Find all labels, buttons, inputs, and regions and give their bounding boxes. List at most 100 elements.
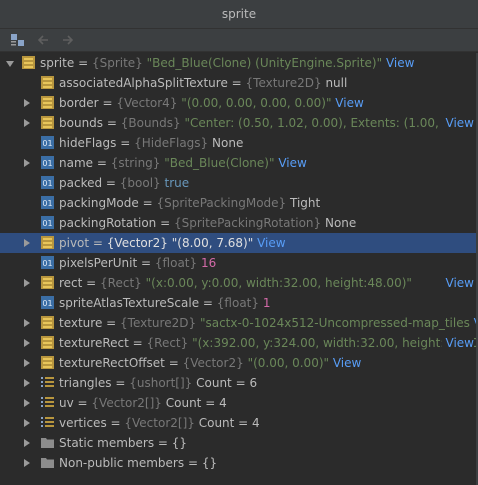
tree-row-text: name = {string} "Bed_Blue(Clone)" View xyxy=(59,155,307,171)
arrow-left-icon[interactable] xyxy=(35,32,51,48)
tree-row-text: rect = {Rect} "(x:0.00, y:0.00, width:32… xyxy=(59,275,412,291)
chevron-right-icon[interactable] xyxy=(24,399,30,407)
row-name: hideFlags xyxy=(59,136,117,150)
tree-row[interactable]: Static members = {} xyxy=(0,433,478,453)
view-link[interactable]: View xyxy=(386,56,414,70)
tree-row[interactable]: 01 packingMode = {SpritePackingMode} Tigh… xyxy=(0,193,478,213)
primitive-icon: 01 xyxy=(41,196,54,209)
view-link[interactable]: View xyxy=(441,275,474,291)
arrow-right-icon[interactable] xyxy=(60,32,76,48)
row-value: Count = 4 xyxy=(198,416,260,430)
equals-sign: = xyxy=(164,356,183,370)
chevron-right-icon[interactable] xyxy=(24,419,30,427)
row-type: {Vector4} xyxy=(116,96,178,110)
row-type: {HideFlags} xyxy=(134,136,209,150)
view-link[interactable]: View xyxy=(278,156,306,170)
chevron-right-icon[interactable] xyxy=(24,99,30,107)
chevron-right-icon[interactable] xyxy=(24,359,30,367)
tree-row[interactable]: rect = {Rect} "(x:0.00, y:0.00, width:32… xyxy=(0,273,478,293)
row-type: {Texture2D} xyxy=(120,316,197,330)
tree-row[interactable]: triangles = {ushort[]} Count = 6 xyxy=(0,373,478,393)
primitive-icon: 01 xyxy=(41,216,54,229)
view-link[interactable]: View xyxy=(335,96,363,110)
tree-row-text: spriteAtlasTextureScale = {float} 1 xyxy=(59,295,270,311)
view-link[interactable]: View xyxy=(257,236,285,250)
tree-row[interactable]: vertices = {Vector2[]} Count = 4 xyxy=(0,413,478,433)
tree-row[interactable]: bounds = {Bounds} "Center: (0.50, 1.02, … xyxy=(0,113,478,133)
row-value: "Center: (0.50, 1.02, 0.00), Extents: (1… xyxy=(184,116,474,130)
chevron-right-icon[interactable] xyxy=(24,119,30,127)
tree-row-text: Static members = {} xyxy=(59,435,187,451)
tree-row[interactable]: 01 hideFlags = {HideFlags} None xyxy=(0,133,478,153)
row-value: null xyxy=(325,76,348,90)
tree-row[interactable]: border = {Vector4} "(0.00, 0.00, 0.00, 0… xyxy=(0,93,478,113)
primitive-icon: 01 xyxy=(41,136,54,149)
row-type: {Vector2} xyxy=(182,356,244,370)
tree-row[interactable]: 01 packed = {bool} true xyxy=(0,173,478,193)
chevron-right-icon[interactable] xyxy=(24,279,30,287)
chevron-right-icon[interactable] xyxy=(24,319,30,327)
row-name: uv xyxy=(59,396,74,410)
chevron-right-icon[interactable] xyxy=(24,379,30,387)
chevron-right-icon[interactable] xyxy=(24,339,30,347)
layout-icon[interactable] xyxy=(10,32,26,48)
tree-row[interactable]: uv = {Vector2[]} Count = 4 xyxy=(0,393,478,413)
row-value: None xyxy=(324,216,357,230)
equals-sign: = xyxy=(102,176,120,190)
row-name: rect xyxy=(59,276,83,290)
tree-row[interactable]: pivot = {Vector2} "(8.00, 7.68)" View xyxy=(0,233,478,253)
tree-row[interactable]: 01 pixelsPerUnit = {float} 16 xyxy=(0,253,478,273)
row-name: spriteAtlasTextureScale xyxy=(59,296,200,310)
tree-row[interactable]: textureRect = {Rect} "(x:392.00, y:324.0… xyxy=(0,333,478,353)
chevron-right-icon[interactable] xyxy=(24,159,30,167)
row-value: "sactx-0-1024x512-Uncompressed-map_tiles xyxy=(199,316,470,330)
tree-row-text: pixelsPerUnit = {float} 16 xyxy=(59,255,216,271)
tree-row[interactable]: textureRectOffset = {Vector2} "(0.00, 0.… xyxy=(0,353,478,373)
svg-text:01: 01 xyxy=(42,259,52,268)
tree-row[interactable]: associatedAlphaSplitTexture = {Texture2D… xyxy=(0,73,478,93)
row-name: texture xyxy=(59,316,103,330)
equals-sign: = xyxy=(154,436,172,450)
toolbar xyxy=(0,29,478,52)
row-value: true xyxy=(164,176,190,190)
row-type: {float} xyxy=(154,256,198,270)
equals-sign: = xyxy=(78,56,89,70)
tree-row[interactable]: Non-public members = {} xyxy=(0,453,478,473)
row-name: border xyxy=(59,96,99,110)
chevron-right-icon[interactable] xyxy=(24,239,30,247)
svg-text:01: 01 xyxy=(42,199,52,208)
chevron-down-icon[interactable] xyxy=(6,61,14,67)
equals-sign: = xyxy=(199,296,217,310)
equals-sign: = xyxy=(137,256,155,270)
equals-sign: = xyxy=(116,136,135,150)
equals-sign: = xyxy=(138,196,157,210)
field-icon xyxy=(22,56,35,69)
window-title-bar: sprite xyxy=(0,0,478,29)
tree-row[interactable]: 01 name = {string} "Bed_Blue(Clone)" View xyxy=(0,153,478,173)
tree-row-root[interactable]: sprite = {Sprite} "Bed_Blue(Clone) (Unit… xyxy=(0,53,478,73)
view-link[interactable]: View xyxy=(333,356,361,370)
tree-row-text: packingMode = {SpritePackingMode} Tight xyxy=(59,195,320,211)
row-type: {Vector2[]} xyxy=(91,396,162,410)
view-link[interactable]: View xyxy=(441,335,474,351)
row-value: {} xyxy=(201,456,218,470)
tree-row[interactable]: 01 packingRotation = {SpritePackingRotati… xyxy=(0,213,478,233)
equals-sign: = xyxy=(227,76,246,90)
tree-row[interactable]: 01 spriteAtlasTextureScale = {float} 1 xyxy=(0,293,478,313)
equals-sign: = xyxy=(184,456,202,470)
window-title: sprite xyxy=(221,7,257,21)
row-name: packed xyxy=(59,176,103,190)
primitive-icon: 01 xyxy=(41,176,54,189)
row-type: {bool} xyxy=(119,176,161,190)
chevron-right-icon[interactable] xyxy=(24,439,30,447)
row-name: pivot xyxy=(59,236,90,250)
tree-row-text: packed = {bool} true xyxy=(59,175,189,191)
row-type: {SpritePackingRotation} xyxy=(173,216,322,230)
folder-icon xyxy=(41,456,54,469)
view-link[interactable]: View xyxy=(441,115,474,131)
tree-row[interactable]: texture = {Texture2D} "sactx-0-1024x512-… xyxy=(0,313,478,333)
chevron-right-icon[interactable] xyxy=(24,459,30,467)
tree-row-text: textureRect = {Rect} "(x:392.00, y:324.0… xyxy=(59,335,478,351)
row-value: "(0.00, 0.00)" xyxy=(247,356,330,370)
equals-sign: = xyxy=(82,276,101,290)
